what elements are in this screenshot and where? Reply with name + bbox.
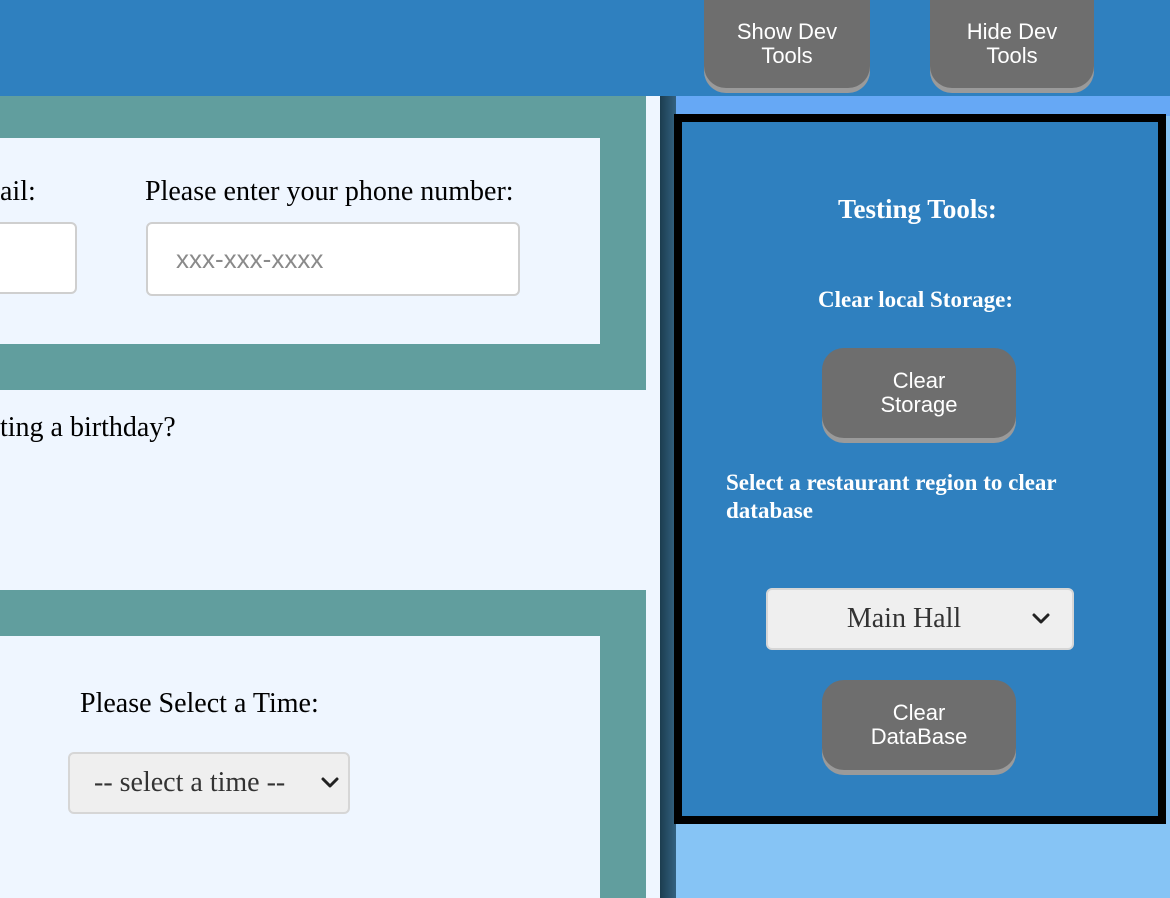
time-label: Please Select a Time: [80,688,319,719]
time-select[interactable]: -- select a time -- [68,752,350,814]
phone-field[interactable] [146,222,520,296]
region-select[interactable]: Main Hall [766,588,1074,650]
hide-dev-tools-button[interactable]: Hide Dev Tools [930,0,1094,88]
phone-label: Please enter your phone number: [145,176,514,207]
region-select-label: Select a restaurant region to clear data… [726,470,1057,523]
clear-storage-button[interactable]: Clear Storage [822,348,1016,438]
birthday-question-label: ting a birthday? [0,412,176,443]
region-select-value: Main Hall [846,603,962,634]
show-dev-tools-button[interactable]: Show Dev Tools [704,0,870,88]
dev-tools-top-strip [676,96,1170,116]
time-select-value: -- select a time -- [94,767,286,798]
email-label: ail: [0,176,36,207]
chevron-down-icon [1032,613,1050,624]
chevron-down-icon [321,777,339,788]
testing-tools-title: Testing Tools: [838,194,997,224]
clear-database-button[interactable]: Clear DataBase [822,680,1016,770]
email-field[interactable] [0,222,77,294]
clear-local-storage-label: Clear local Storage: [818,287,1014,312]
